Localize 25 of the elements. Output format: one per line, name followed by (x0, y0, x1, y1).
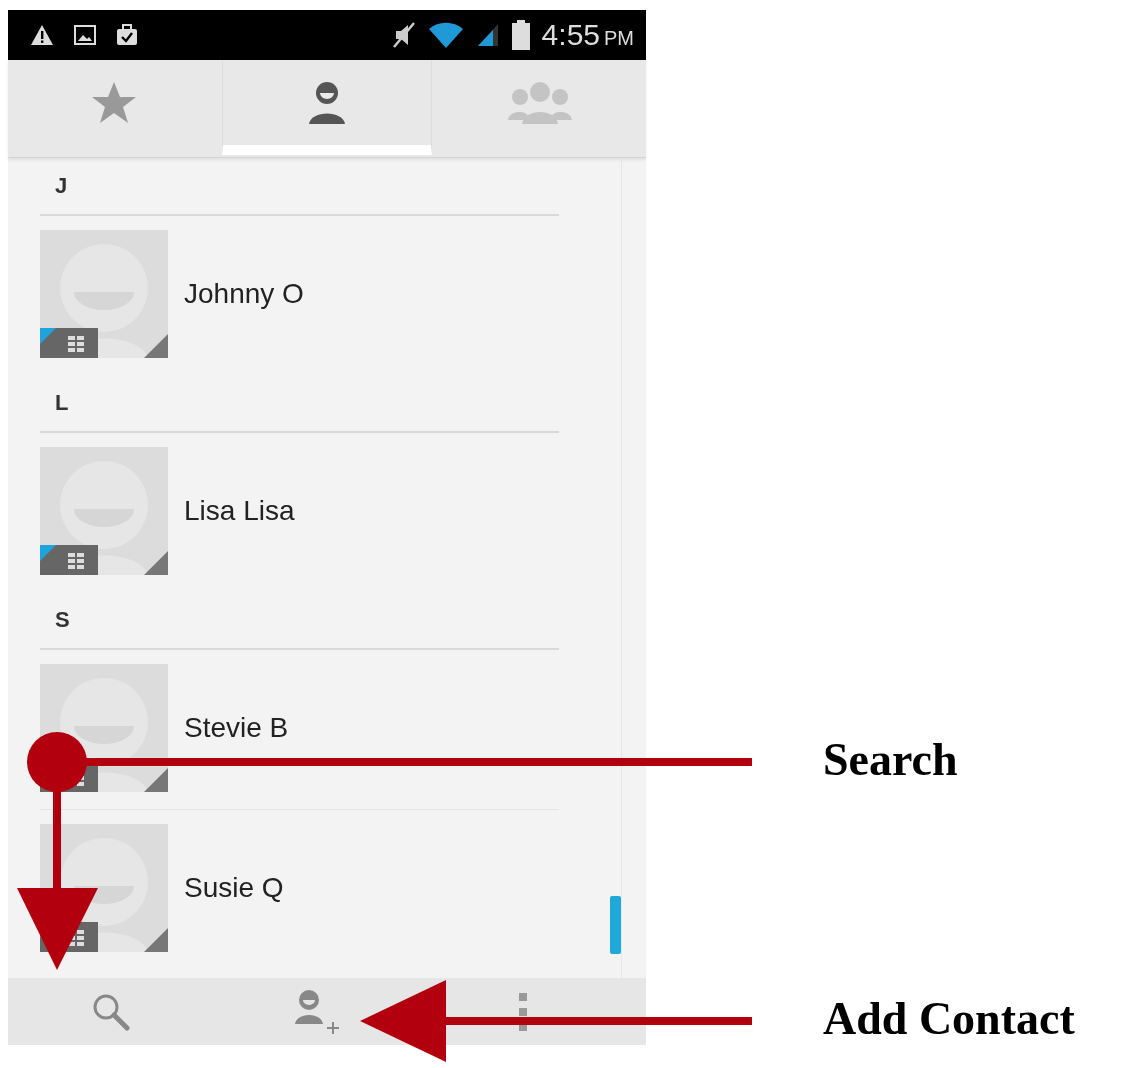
contact-row[interactable]: Johnny O (40, 216, 559, 375)
callout-label: Search (823, 733, 958, 786)
battery-icon (511, 20, 530, 50)
section-letter: S (40, 592, 559, 650)
mute-icon (391, 21, 416, 49)
clock-ampm: PM (604, 25, 634, 50)
contact-name: Stevie B (184, 712, 289, 744)
wifi-icon (427, 21, 464, 49)
section-letter: L (40, 375, 559, 433)
contact-name: Susie Q (184, 872, 284, 904)
image-icon (74, 25, 96, 45)
contact-name: Lisa Lisa (184, 495, 295, 527)
signal-icon (475, 22, 500, 48)
tab[interactable] (222, 60, 432, 155)
contact-row[interactable]: Lisa Lisa (40, 433, 559, 592)
clock-time: 4:55 (541, 18, 600, 52)
add-person-icon[interactable] (293, 987, 341, 1036)
scroll-indicator (610, 896, 621, 954)
more-icon[interactable] (519, 992, 527, 1031)
section-letter: J (40, 158, 559, 216)
contact-name: Johnny O (184, 278, 304, 310)
warning-icon (30, 24, 54, 46)
briefcase-check-icon (116, 24, 138, 46)
callout-label: Add Contact (823, 992, 1075, 1045)
group-icon (506, 79, 574, 126)
